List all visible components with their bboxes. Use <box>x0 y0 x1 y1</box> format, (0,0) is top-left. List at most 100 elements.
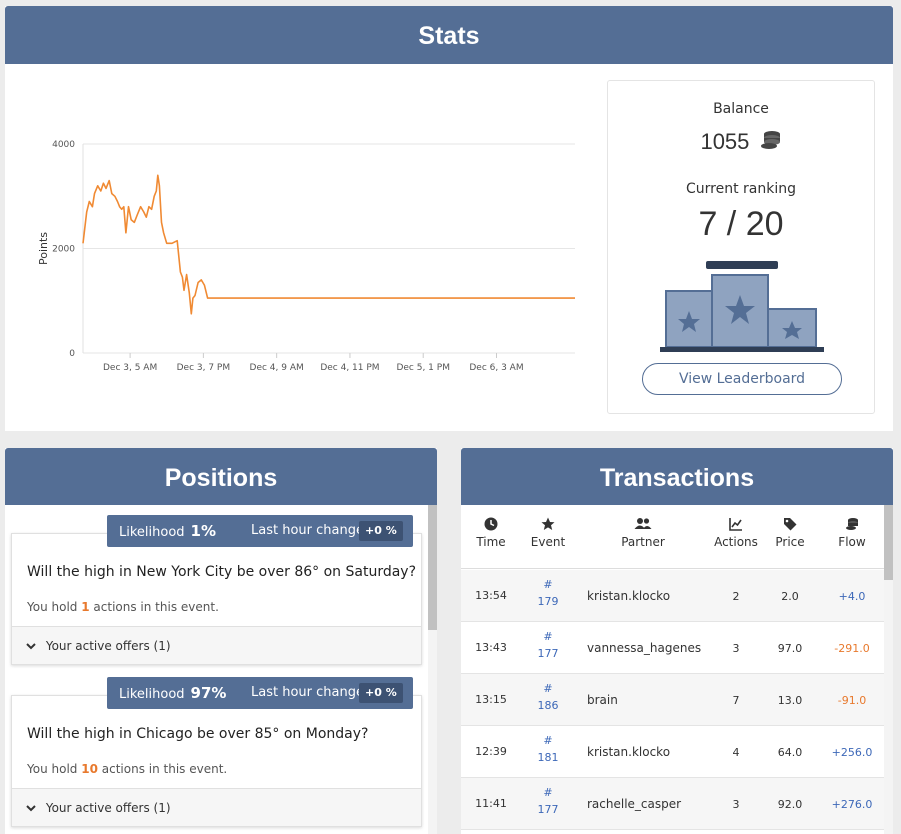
clock-icon <box>461 517 521 535</box>
row-event-hash: # <box>543 682 553 695</box>
row-flow: +4.0 <box>838 590 866 603</box>
table-row[interactable]: 13:54 #179 kristan.klocko 2 2.0 +4.0 <box>461 570 884 622</box>
transactions-title: Transactions <box>461 448 893 505</box>
row-event-id: 181 <box>537 751 559 764</box>
last-hour-change-value: +0 % <box>359 521 403 541</box>
row-flow: -91.0 <box>837 694 867 707</box>
row-actions: 3 <box>732 798 740 811</box>
col-price[interactable]: Price <box>764 517 816 549</box>
balance-value: 1055 <box>700 129 750 154</box>
last-hour-change-value: +0 % <box>359 683 403 703</box>
chevron-down-icon <box>26 789 36 827</box>
col-partner[interactable]: Partner <box>601 517 685 549</box>
y-tick-label: 0 <box>69 349 75 359</box>
position-holdings: You hold 1 actions in this event. <box>27 600 219 614</box>
podium-icon <box>660 261 824 357</box>
users-icon <box>601 517 685 535</box>
row-event-id: 186 <box>537 699 559 712</box>
row-event-link[interactable]: #179 <box>523 576 573 610</box>
row-time: 13:43 <box>475 641 507 654</box>
row-time: 12:39 <box>475 745 507 758</box>
row-partner: kristan.klocko <box>587 745 671 759</box>
col-time[interactable]: Time <box>461 517 521 549</box>
row-event-link[interactable]: #177 <box>523 784 573 818</box>
position-card[interactable]: Will the high in New York City be over 8… <box>11 533 422 665</box>
row-actions: 3 <box>732 642 740 655</box>
transactions-scroll-thumb[interactable] <box>884 505 893 580</box>
row-partner: kristan.klocko <box>587 589 671 603</box>
row-time: 11:41 <box>475 797 507 810</box>
x-tick-label: Dec 4, 11 PM <box>320 363 379 373</box>
coins-icon <box>760 129 782 157</box>
likelihood-value: 97% <box>190 684 227 702</box>
table-row[interactable]: 11:41 #177 rachelle_casper 3 92.0 +276.0 <box>461 778 884 830</box>
row-event-link[interactable]: #186 <box>523 680 573 714</box>
transactions-table-header: Time Event Partner Actions Price Flow <box>461 505 884 569</box>
chart-svg: 0 2000 4000 Dec 3, 5 AM Dec 3, 7 PM Dec 4, 9 … <box>37 140 575 373</box>
row-partner: rachelle_casper <box>587 797 682 811</box>
row-price: 64.0 <box>777 746 803 759</box>
likelihood-value: 1% <box>190 522 217 540</box>
likelihood: Likelihood 1% <box>119 515 216 549</box>
row-price: 92.0 <box>777 798 803 811</box>
row-price: 2.0 <box>781 590 799 603</box>
active-offers-label: Your active offers (1) <box>45 639 171 653</box>
x-tick-label: Dec 4, 9 AM <box>250 363 304 373</box>
row-event-link[interactable]: #181 <box>523 732 573 766</box>
row-actions: 7 <box>732 694 740 707</box>
x-tick-label: Dec 5, 1 PM <box>396 363 450 373</box>
y-axis-label: Points <box>37 232 50 265</box>
hold-suffix: actions in this event. <box>101 762 228 776</box>
positions-scroll-thumb[interactable] <box>428 505 437 630</box>
position-card[interactable]: Will the high in Chicago be over 85° on … <box>11 695 422 827</box>
table-row[interactable]: 13:43 #177 vannessa_hagenes 3 97.0 -291.0 <box>461 622 884 674</box>
row-actions: 4 <box>732 746 740 759</box>
table-row[interactable]: 12:39 #181 kristan.klocko 4 64.0 +256.0 <box>461 726 884 778</box>
row-event-link[interactable]: #177 <box>523 628 573 662</box>
position-question[interactable]: Will the high in Chicago be over 85° on … <box>27 726 368 742</box>
positions-panel: Positions Will the high in New York City… <box>5 448 437 834</box>
likelihood-label: Likelihood <box>119 525 185 540</box>
stats-panel: Stats 0 2000 4000 Dec 3, 5 AM Dec 3, 7 PM Dec… <box>5 6 893 431</box>
table-row[interactable]: 13:15 #186 brain 7 13.0 -91.0 <box>461 674 884 726</box>
col-price-label: Price <box>775 535 805 549</box>
col-actions-label: Actions <box>714 535 758 549</box>
y-tick-label: 4000 <box>52 140 75 150</box>
col-partner-label: Partner <box>621 535 665 549</box>
row-flow: +256.0 <box>831 746 873 759</box>
view-leaderboard-button[interactable]: View Leaderboard <box>642 363 842 395</box>
stats-title: Stats <box>5 6 893 64</box>
hold-prefix: You hold <box>27 762 78 776</box>
star-icon <box>523 517 573 535</box>
likelihood-tag: Likelihood 97% Last hour change +0 % <box>107 677 413 709</box>
col-event[interactable]: Event <box>523 517 573 549</box>
transactions-scrollbar[interactable] <box>884 505 893 834</box>
row-partner: brain <box>587 693 618 707</box>
row-flow: -291.0 <box>834 642 870 655</box>
col-flow[interactable]: Flow <box>821 517 883 549</box>
chart-icon <box>709 517 763 535</box>
row-event-hash: # <box>543 578 553 591</box>
hold-suffix: actions in this event. <box>93 600 219 614</box>
positions-title: Positions <box>5 448 437 505</box>
balance-card: Balance 1055 Current ranking 7 / 20 View… <box>607 80 875 414</box>
active-offers-toggle[interactable]: Your active offers (1) <box>12 626 421 664</box>
col-actions[interactable]: Actions <box>709 517 763 549</box>
row-event-hash: # <box>543 734 553 747</box>
row-event-id: 179 <box>537 595 559 608</box>
points-chart: 0 2000 4000 Dec 3, 5 AM Dec 3, 7 PM Dec 4, 9 … <box>25 126 585 386</box>
balance-row: 1055 <box>608 129 874 157</box>
positions-scrollbar[interactable] <box>428 505 437 834</box>
x-tick-label: Dec 3, 5 AM <box>103 363 157 373</box>
active-offers-toggle[interactable]: Your active offers (1) <box>12 788 421 826</box>
tag-icon <box>764 517 816 535</box>
hold-prefix: You hold <box>27 600 78 614</box>
position-question[interactable]: Will the high in New York City be over 8… <box>27 564 416 580</box>
col-flow-label: Flow <box>838 535 866 549</box>
hold-count: 1 <box>81 600 90 614</box>
row-event-id: 177 <box>537 647 559 660</box>
series-line <box>82 174 575 315</box>
row-time: 13:15 <box>475 693 507 706</box>
last-hour-label: Last hour change <box>251 523 364 538</box>
likelihood: Likelihood 97% <box>119 677 226 711</box>
